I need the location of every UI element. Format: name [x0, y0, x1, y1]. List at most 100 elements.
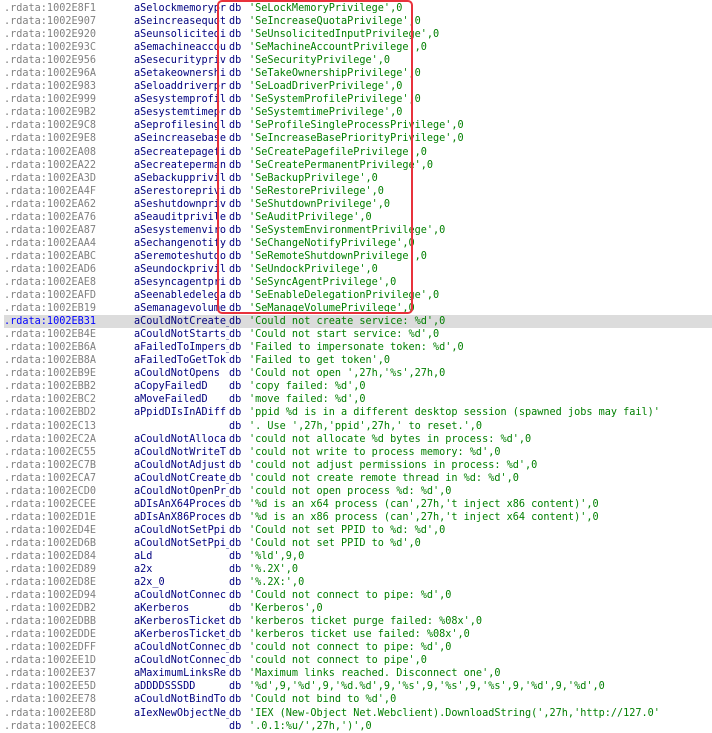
listing-row[interactable]: .rdata:1002E907 aSeincreasequot db 'SeIncre…: [4, 15, 712, 28]
row-address[interactable]: .rdata:1002ECA7: [4, 472, 134, 485]
row-address[interactable]: .rdata:1002EE5D: [4, 680, 134, 693]
row-label[interactable]: aSecreateperman: [134, 159, 229, 172]
listing-row[interactable]: .rdata:1002EAD6 aSeundockprivil db 'SeUndoc…: [4, 263, 712, 276]
listing-row[interactable]: .rdata:1002ECA7 aCouldNotCreate_1 db 'could…: [4, 472, 712, 485]
row-address[interactable]: .rdata:1002E93C: [4, 41, 134, 54]
row-address[interactable]: .rdata:1002EBD2: [4, 406, 134, 419]
listing-row[interactable]: .rdata:1002EDFF aCouldNotConnec_0 db 'could…: [4, 641, 712, 654]
row-address[interactable]: .rdata:1002E8F1: [4, 2, 134, 15]
row-label[interactable]: aSeprofilesingl: [134, 119, 229, 132]
row-address[interactable]: .rdata:1002EA3D: [4, 172, 134, 185]
listing-row[interactable]: .rdata:1002ED94 aCouldNotConnec db 'Could n…: [4, 589, 712, 602]
listing-row[interactable]: .rdata:1002EB6A aFailedToImpers_1 db 'Faile…: [4, 341, 712, 354]
row-label[interactable]: [134, 420, 229, 433]
row-label[interactable]: aSesystemprofil: [134, 93, 229, 106]
row-label[interactable]: aSesyncagentpri: [134, 276, 229, 289]
row-label[interactable]: a2x: [134, 563, 229, 576]
row-label[interactable]: aSebackupprivil: [134, 172, 229, 185]
listing-row[interactable]: .rdata:1002EE1D aCouldNotConnec_1 db 'could…: [4, 654, 712, 667]
row-address[interactable]: .rdata:1002ED94: [4, 589, 134, 602]
row-address[interactable]: .rdata:1002EAD6: [4, 263, 134, 276]
row-label[interactable]: aDIsAnX86Proces: [134, 511, 229, 524]
row-address[interactable]: .rdata:1002E96A: [4, 67, 134, 80]
row-address[interactable]: .rdata:1002EAA4: [4, 237, 134, 250]
row-address[interactable]: .rdata:1002E9B2: [4, 106, 134, 119]
listing-row[interactable]: .rdata:1002EA62 aSeshutdownpriv db 'SeShutd…: [4, 198, 712, 211]
row-label[interactable]: aKerberos: [134, 602, 229, 615]
row-label[interactable]: aCouldNotWriteT: [134, 446, 229, 459]
row-label[interactable]: aSemanagevolume: [134, 302, 229, 315]
row-address[interactable]: .rdata:1002EC7B: [4, 459, 134, 472]
row-address[interactable]: .rdata:1002EDBB: [4, 615, 134, 628]
row-label[interactable]: aSechangenotify: [134, 237, 229, 250]
row-address[interactable]: .rdata:1002E907: [4, 15, 134, 28]
row-label[interactable]: aMaximumLinksRe: [134, 667, 229, 680]
listing-row[interactable]: .rdata:1002EB19 aSemanagevolume db 'SeManag…: [4, 302, 712, 315]
row-label[interactable]: aSeremoteshutdo: [134, 250, 229, 263]
listing-row[interactable]: .rdata:1002ECD0 aCouldNotOpenPr_0 db 'could…: [4, 485, 712, 498]
listing-row[interactable]: .rdata:1002EA87 aSesystemenviro db 'SeSyste…: [4, 224, 712, 237]
listing-row[interactable]: .rdata:1002E9B2 aSesystemtimepr db 'SeSyste…: [4, 106, 712, 119]
row-label[interactable]: aSecreatepagefi: [134, 146, 229, 159]
listing-row[interactable]: .rdata:1002EA4F aSerestoreprivi db 'SeResto…: [4, 185, 712, 198]
row-label[interactable]: aSeloaddriverpr: [134, 80, 229, 93]
listing-row[interactable]: .rdata:1002EC2A aCouldNotAlloca db 'could n…: [4, 433, 712, 446]
listing-row[interactable]: .rdata:1002EABC aSeremoteshutdo db 'SeRemot…: [4, 250, 712, 263]
row-label[interactable]: aLd: [134, 550, 229, 563]
listing-row[interactable]: .rdata:1002EAE8 aSesyncagentpri db 'SeSyncA…: [4, 276, 712, 289]
listing-row[interactable]: .rdata:1002EDBB aKerberosTicket db 'kerbero…: [4, 615, 712, 628]
row-label[interactable]: aCouldNotAdjust: [134, 459, 229, 472]
listing-row[interactable]: .rdata:1002EAA4 aSechangenotify db 'SeChang…: [4, 237, 712, 250]
listing-row[interactable]: .rdata:1002EE8D aIexNewObjectNe_0 db 'IEX (…: [4, 707, 712, 720]
row-label[interactable]: aFailedToImpers_1: [134, 341, 229, 354]
listing-row[interactable]: .rdata:1002ED89 a2x db '%.2X',0: [4, 563, 712, 576]
row-label[interactable]: aDIsAnX64Proces: [134, 498, 229, 511]
row-address[interactable]: .rdata:1002EDB2: [4, 602, 134, 615]
row-label[interactable]: aCouldNotOpens: [134, 367, 229, 380]
row-label[interactable]: aSeunsolicitedi: [134, 28, 229, 41]
row-address[interactable]: .rdata:1002EB31: [4, 315, 134, 328]
row-address[interactable]: .rdata:1002EBB2: [4, 380, 134, 393]
row-address[interactable]: .rdata:1002EC13: [4, 420, 134, 433]
row-address[interactable]: .rdata:1002EDFF: [4, 641, 134, 654]
row-address[interactable]: .rdata:1002EA76: [4, 211, 134, 224]
row-label[interactable]: aSeenabledelega: [134, 289, 229, 302]
row-label[interactable]: aKerberosTicket: [134, 615, 229, 628]
row-address[interactable]: .rdata:1002ED8E: [4, 576, 134, 589]
listing-row[interactable]: .rdata:1002E9E8 aSeincreasebase db 'SeIncre…: [4, 132, 712, 145]
listing-row[interactable]: .rdata:1002EE78 aCouldNotBindTo db 'Could n…: [4, 693, 712, 706]
row-address[interactable]: .rdata:1002EC2A: [4, 433, 134, 446]
row-label[interactable]: aCouldNotOpenPr_0: [134, 485, 229, 498]
row-label[interactable]: aSesecuritypriv: [134, 54, 229, 67]
row-address[interactable]: .rdata:1002EE78: [4, 693, 134, 706]
listing-row[interactable]: .rdata:1002EBC2 aMoveFailedD db 'move faile…: [4, 393, 712, 406]
row-label[interactable]: a2x_0: [134, 576, 229, 589]
row-address[interactable]: .rdata:1002ECD0: [4, 485, 134, 498]
row-address[interactable]: .rdata:1002EB6A: [4, 341, 134, 354]
listing-row[interactable]: .rdata:1002ECEE aDIsAnX64Proces db '%d is a…: [4, 498, 712, 511]
row-label[interactable]: aPpidDIsInADiff: [134, 406, 229, 419]
row-label[interactable]: aSeshutdownpriv: [134, 198, 229, 211]
listing-row[interactable]: .rdata:1002ED84 aLd db '%ld',9,0: [4, 550, 712, 563]
listing-row[interactable]: .rdata:1002ED6B aCouldNotSetPpi_0 db 'Could…: [4, 537, 712, 550]
row-label[interactable]: aSeincreasequot: [134, 15, 229, 28]
listing-row[interactable]: .rdata:1002EA3D aSebackupprivil db 'SeBacku…: [4, 172, 712, 185]
row-label[interactable]: aSerestoreprivi: [134, 185, 229, 198]
listing-row[interactable]: .rdata:1002E956 aSesecuritypriv db 'SeSecur…: [4, 54, 712, 67]
row-address[interactable]: .rdata:1002EE37: [4, 667, 134, 680]
listing-row[interactable]: .rdata:1002EBB2 aCopyFailedD db 'copy faile…: [4, 380, 712, 393]
listing-row[interactable]: .rdata:1002E999 aSesystemprofil db 'SeSyste…: [4, 93, 712, 106]
row-address[interactable]: .rdata:1002EA87: [4, 224, 134, 237]
row-address[interactable]: .rdata:1002ED6B: [4, 537, 134, 550]
listing-row[interactable]: .rdata:1002E9C8 aSeprofilesingl db 'SeProfi…: [4, 119, 712, 132]
listing-row[interactable]: .rdata:1002EA76 aSeauditprivile db 'SeAudit…: [4, 211, 712, 224]
row-address[interactable]: .rdata:1002EA22: [4, 159, 134, 172]
row-address[interactable]: .rdata:1002EDDE: [4, 628, 134, 641]
row-label[interactable]: aCouldNotBindTo: [134, 693, 229, 706]
row-address[interactable]: .rdata:1002EC55: [4, 446, 134, 459]
listing-row[interactable]: .rdata:1002EAFD aSeenabledelega db 'SeEnabl…: [4, 289, 712, 302]
row-address[interactable]: .rdata:1002EE1D: [4, 654, 134, 667]
row-label[interactable]: aSesystemtimepr: [134, 106, 229, 119]
row-label[interactable]: aSelockmemorypr: [134, 2, 229, 15]
row-address[interactable]: .rdata:1002E956: [4, 54, 134, 67]
